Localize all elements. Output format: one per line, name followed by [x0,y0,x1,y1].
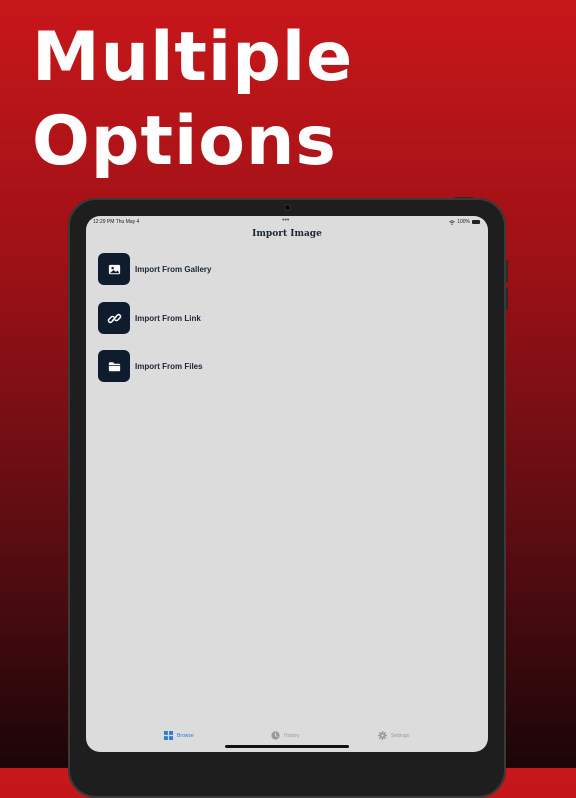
headline-line-2: Options [32,102,337,181]
status-time: 12:29 PM Thu May 4 [93,219,140,225]
home-indicator[interactable] [225,745,349,748]
folder-icon [108,361,120,371]
app-screen: 12:29 PM Thu May 4 ••• 100% Import Image [86,216,488,752]
front-camera [285,205,290,210]
wifi-icon [449,219,455,225]
tab-settings[interactable]: Settings [378,731,409,740]
tab-browse[interactable]: Browse [164,731,194,740]
tab-label: Settings [391,732,410,739]
photo-icon [108,264,120,274]
import-from-files-button[interactable]: Import From Files [98,350,398,382]
option-icon-box [98,253,130,285]
gear-icon [378,731,387,740]
tab-history[interactable]: History [271,731,300,740]
option-icon-box [98,350,130,382]
option-icon-box [98,302,130,334]
link-icon [107,313,121,323]
tab-label: History [284,732,300,739]
tablet-frame: 12:29 PM Thu May 4 ••• 100% Import Image [68,198,506,798]
status-right: 100% [449,219,480,225]
promo-headline: Multiple Options [32,16,353,184]
page-title: Import Image [252,229,322,239]
import-from-link-button[interactable]: Import From Link [98,302,398,334]
battery-percent: 100% [457,219,470,225]
headline-line-1: Multiple [32,18,354,97]
clock-icon [271,731,280,740]
tab-bar: Browse History Settings [86,718,488,752]
option-label: Import From Link [135,313,201,323]
status-bar: 12:29 PM Thu May 4 ••• 100% [86,216,488,228]
tab-label: Browse [177,732,194,739]
grid-icon [164,731,173,740]
import-from-gallery-button[interactable]: Import From Gallery [98,253,398,285]
option-label: Import From Files [135,361,203,371]
multitask-dots-icon[interactable]: ••• [282,217,289,224]
battery-icon [472,220,480,224]
option-label: Import From Gallery [135,264,212,274]
